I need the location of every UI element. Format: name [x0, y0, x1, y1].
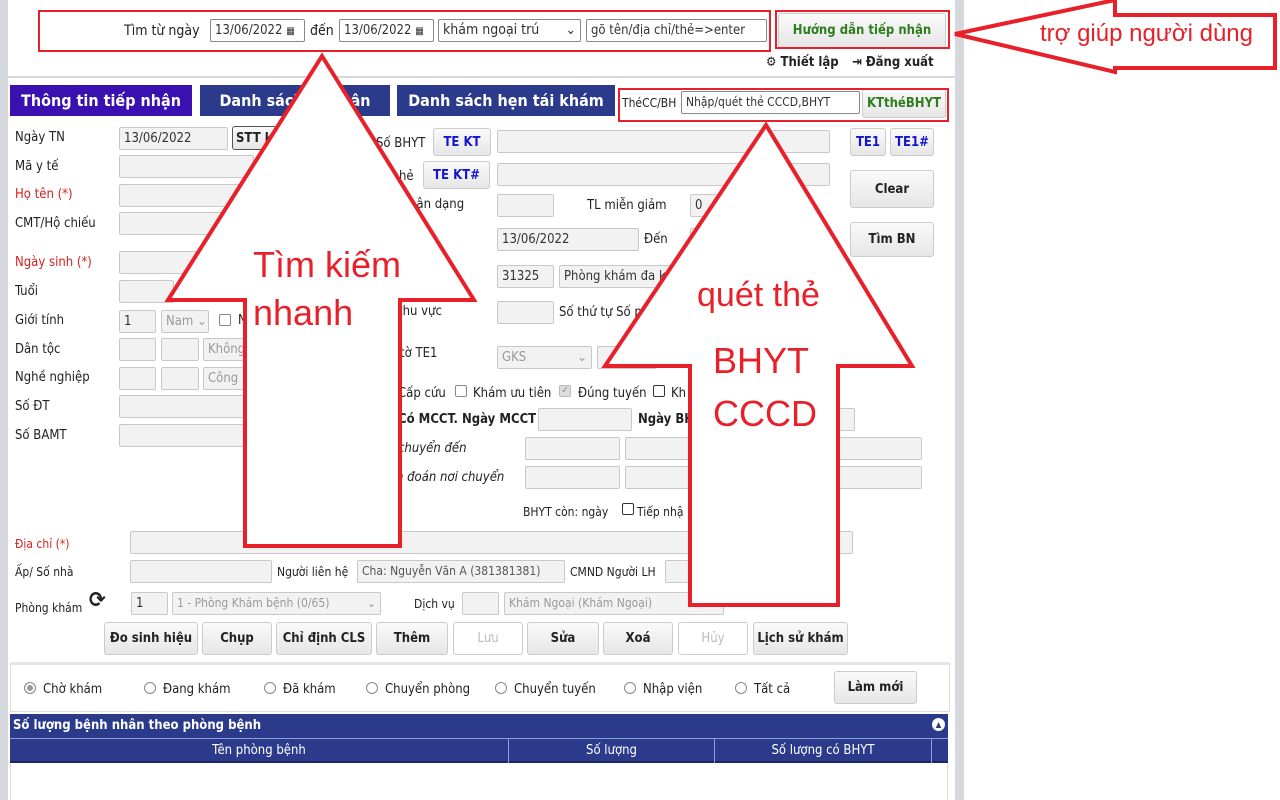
annotation-text: trợ giúp người dùng — [1040, 20, 1253, 47]
annotation-text: Tìm kiếm — [253, 244, 401, 285]
annotation-text: nhanh — [253, 292, 354, 333]
annotation-text: quét thẻ — [697, 276, 820, 314]
annotation-arrows — [164, 0, 1277, 607]
annotation-text: BHYT — [713, 340, 810, 381]
annotation-text: CCCD — [713, 393, 817, 434]
